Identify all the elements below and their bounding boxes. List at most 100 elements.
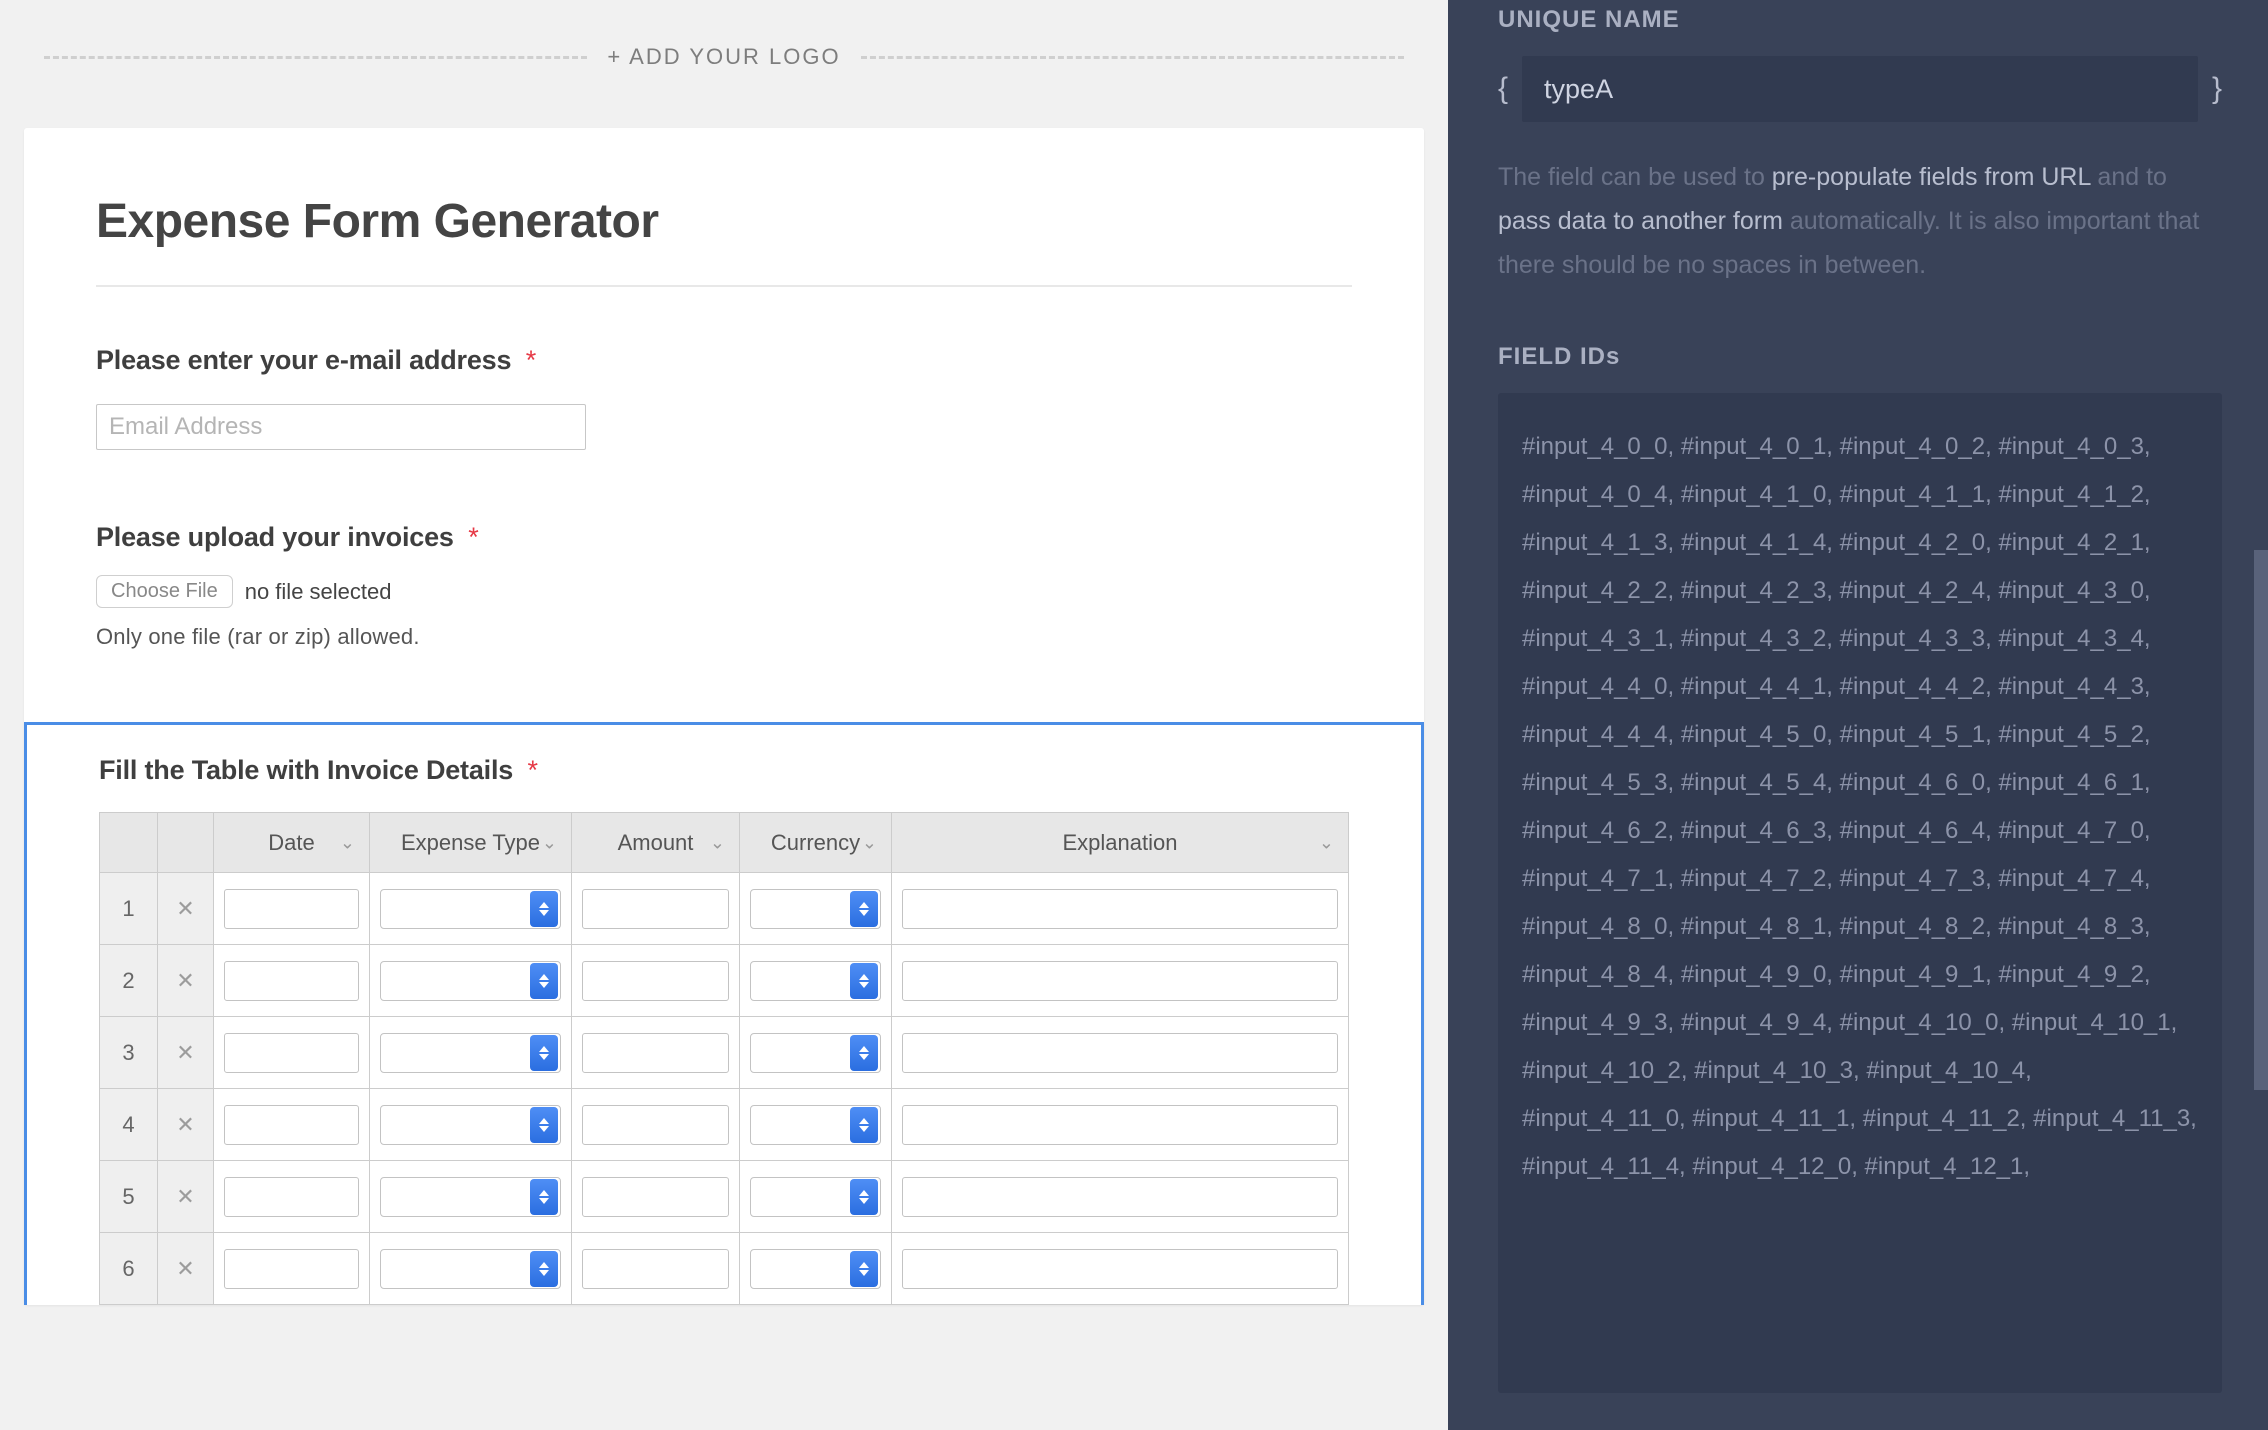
form-card: Expense Form Generator Please enter your…: [24, 128, 1424, 1305]
th-blank-del: [158, 813, 214, 873]
unique-name-help-text: The field can be used to pre-populate fi…: [1498, 156, 2222, 287]
brace-close: }: [2212, 72, 2222, 106]
date-input[interactable]: [224, 1249, 359, 1289]
row-index: 1: [100, 873, 158, 945]
required-asterisk: *: [526, 345, 537, 375]
delete-row-button[interactable]: ✕: [158, 1233, 214, 1305]
date-input[interactable]: [224, 1105, 359, 1145]
invoice-table: Date⌄ Expense Type⌄ Amount⌄ Currency⌄ Ex…: [99, 812, 1349, 1305]
no-file-text: no file selected: [245, 579, 392, 605]
select-stepper-icon: [530, 891, 558, 927]
delete-row-button[interactable]: ✕: [158, 1161, 214, 1233]
explanation-input[interactable]: [902, 1105, 1338, 1145]
add-logo-button[interactable]: + ADD YOUR LOGO: [607, 44, 840, 70]
close-icon: ✕: [176, 1184, 194, 1209]
logo-placeholder-row: + ADD YOUR LOGO: [24, 24, 1424, 90]
title-divider: [96, 285, 1352, 287]
currency-select[interactable]: [750, 1249, 881, 1289]
currency-select[interactable]: [750, 1033, 881, 1073]
row-index: 6: [100, 1233, 158, 1305]
th-date[interactable]: Date⌄: [214, 813, 370, 873]
expense-type-select[interactable]: [380, 1177, 561, 1217]
chevron-down-icon: ⌄: [710, 832, 725, 853]
th-currency[interactable]: Currency⌄: [740, 813, 892, 873]
select-stepper-icon: [530, 1107, 558, 1143]
currency-select[interactable]: [750, 1105, 881, 1145]
select-stepper-icon: [530, 1035, 558, 1071]
table-field-group-selected[interactable]: Fill the Table with Invoice Details * Da…: [24, 722, 1424, 1305]
table-row: 3✕: [100, 1017, 1349, 1089]
close-icon: ✕: [176, 968, 194, 993]
row-index: 4: [100, 1089, 158, 1161]
amount-input[interactable]: [582, 961, 729, 1001]
date-input[interactable]: [224, 889, 359, 929]
currency-select[interactable]: [750, 961, 881, 1001]
unique-name-input[interactable]: [1522, 56, 2198, 122]
date-input[interactable]: [224, 1177, 359, 1217]
date-input[interactable]: [224, 961, 359, 1001]
expense-type-select[interactable]: [380, 1249, 561, 1289]
explanation-input[interactable]: [902, 1033, 1338, 1073]
explanation-input[interactable]: [902, 1249, 1338, 1289]
th-expense-type[interactable]: Expense Type⌄: [370, 813, 572, 873]
explanation-input[interactable]: [902, 889, 1338, 929]
delete-row-button[interactable]: ✕: [158, 1017, 214, 1089]
explanation-input[interactable]: [902, 1177, 1338, 1217]
expense-type-select[interactable]: [380, 1105, 561, 1145]
expense-type-select[interactable]: [380, 961, 561, 1001]
select-stepper-icon: [850, 1035, 878, 1071]
currency-select[interactable]: [750, 1177, 881, 1217]
th-explanation[interactable]: Explanation⌄: [892, 813, 1349, 873]
table-row: 2✕: [100, 945, 1349, 1017]
row-index: 2: [100, 945, 158, 1017]
delete-row-button[interactable]: ✕: [158, 945, 214, 1017]
properties-panel: UNIQUE NAME { } The field can be used to…: [1448, 0, 2268, 1430]
form-title[interactable]: Expense Form Generator: [96, 194, 1352, 249]
th-amount[interactable]: Amount⌄: [572, 813, 740, 873]
upload-hint: Only one file (rar or zip) allowed.: [96, 624, 1352, 650]
required-asterisk: *: [528, 755, 539, 785]
unique-name-section-label: UNIQUE NAME: [1498, 6, 2222, 34]
choose-file-button[interactable]: Choose File: [96, 575, 233, 608]
chevron-down-icon: ⌄: [542, 832, 557, 853]
row-index: 3: [100, 1017, 158, 1089]
amount-input[interactable]: [582, 1033, 729, 1073]
select-stepper-icon: [850, 1107, 878, 1143]
brace-open: {: [1498, 72, 1508, 106]
close-icon: ✕: [176, 896, 194, 921]
field-ids-box[interactable]: #input_4_0_0, #input_4_0_1, #input_4_0_2…: [1498, 393, 2222, 1393]
currency-select[interactable]: [750, 889, 881, 929]
chevron-down-icon: ⌄: [340, 832, 355, 853]
close-icon: ✕: [176, 1112, 194, 1137]
form-builder-canvas: + ADD YOUR LOGO Expense Form Generator P…: [0, 0, 1448, 1430]
scrollbar-thumb[interactable]: [2254, 550, 2268, 1090]
email-label: Please enter your e-mail address: [96, 345, 511, 376]
upload-field-group[interactable]: Please upload your invoices * Choose Fil…: [96, 522, 1352, 650]
amount-input[interactable]: [582, 1105, 729, 1145]
table-row: 4✕: [100, 1089, 1349, 1161]
explanation-input[interactable]: [902, 961, 1338, 1001]
delete-row-button[interactable]: ✕: [158, 1089, 214, 1161]
table-row: 5✕: [100, 1161, 1349, 1233]
close-icon: ✕: [176, 1040, 194, 1065]
select-stepper-icon: [530, 1179, 558, 1215]
chevron-down-icon: ⌄: [862, 832, 877, 853]
required-asterisk: *: [468, 522, 479, 552]
select-stepper-icon: [530, 963, 558, 999]
amount-input[interactable]: [582, 1249, 729, 1289]
table-row: 6✕: [100, 1233, 1349, 1305]
select-stepper-icon: [850, 1179, 878, 1215]
amount-input[interactable]: [582, 889, 729, 929]
expense-type-select[interactable]: [380, 1033, 561, 1073]
table-row: 1✕: [100, 873, 1349, 945]
email-field-group[interactable]: Please enter your e-mail address *: [96, 345, 1352, 450]
date-input[interactable]: [224, 1033, 359, 1073]
th-blank-idx: [100, 813, 158, 873]
email-input[interactable]: [96, 404, 586, 450]
amount-input[interactable]: [582, 1177, 729, 1217]
select-stepper-icon: [850, 891, 878, 927]
upload-label: Please upload your invoices: [96, 522, 454, 553]
delete-row-button[interactable]: ✕: [158, 873, 214, 945]
field-ids-section-label: FIELD IDs: [1498, 343, 2222, 371]
expense-type-select[interactable]: [380, 889, 561, 929]
